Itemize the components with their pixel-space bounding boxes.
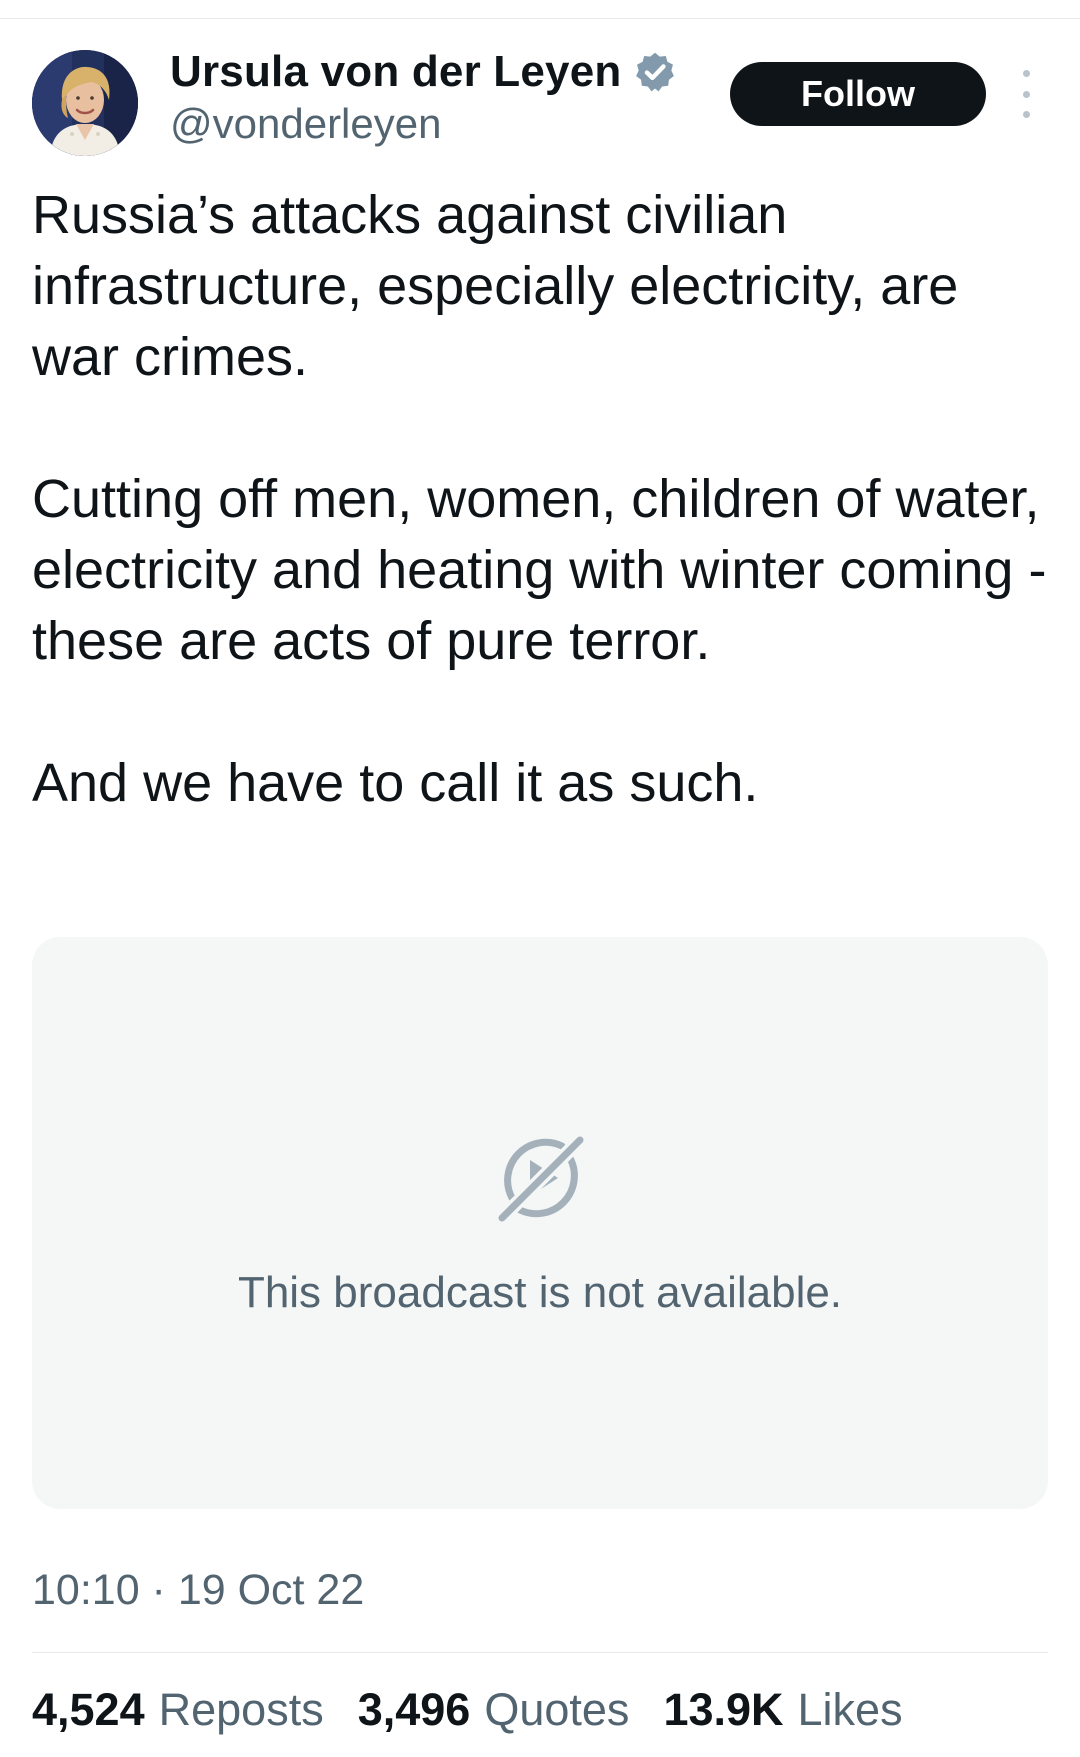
more-dot	[1022, 70, 1030, 77]
engagement-stats: 4,524 Reposts 3,496 Quotes 13.9K Likes	[32, 1684, 937, 1736]
likes-count: 13.9K	[663, 1684, 784, 1735]
more-dot	[1022, 111, 1030, 118]
likes-label: Likes	[797, 1684, 903, 1735]
name-row: Ursula von der Leyen	[170, 44, 677, 100]
avatar[interactable]	[32, 50, 138, 156]
tweet-timestamp[interactable]: 10:10 · 19 Oct 22	[32, 1566, 364, 1615]
stats-divider	[32, 1652, 1048, 1653]
tweet-paragraph: Cutting off men, women, children of wate…	[32, 469, 1047, 671]
more-dot	[1022, 90, 1030, 98]
more-options-icon[interactable]	[1010, 70, 1042, 118]
follow-button[interactable]: Follow	[730, 62, 986, 126]
verified-badge-icon	[636, 52, 675, 92]
display-name[interactable]: Ursula von der Leyen	[170, 47, 621, 97]
broadcast-unavailable-icon	[493, 1131, 589, 1227]
tweet-paragraph: And we have to call it as such.	[32, 753, 759, 813]
quotes-label: Quotes	[484, 1684, 630, 1735]
tweet-paragraph: Russia’s attacks against civilian infras…	[32, 185, 959, 387]
profile-photo	[32, 50, 138, 156]
likes-stat[interactable]: 13.9K Likes	[663, 1684, 902, 1736]
quotes-count: 3,496	[357, 1684, 471, 1735]
tweet-text: Russia’s attacks against civilian infras…	[32, 180, 1052, 819]
quotes-stat[interactable]: 3,496 Quotes	[358, 1684, 630, 1736]
reposts-count: 4,524	[32, 1684, 145, 1735]
reposts-label: Reposts	[158, 1684, 324, 1735]
reposts-stat[interactable]: 4,524 Reposts	[32, 1684, 324, 1736]
broadcast-unavailable-message: This broadcast is not available.	[237, 1268, 843, 1317]
user-handle[interactable]: @vonderleyen	[170, 100, 441, 148]
tweet-header: Ursula von der Leyen @vonderleyen Follow	[0, 0, 1080, 170]
